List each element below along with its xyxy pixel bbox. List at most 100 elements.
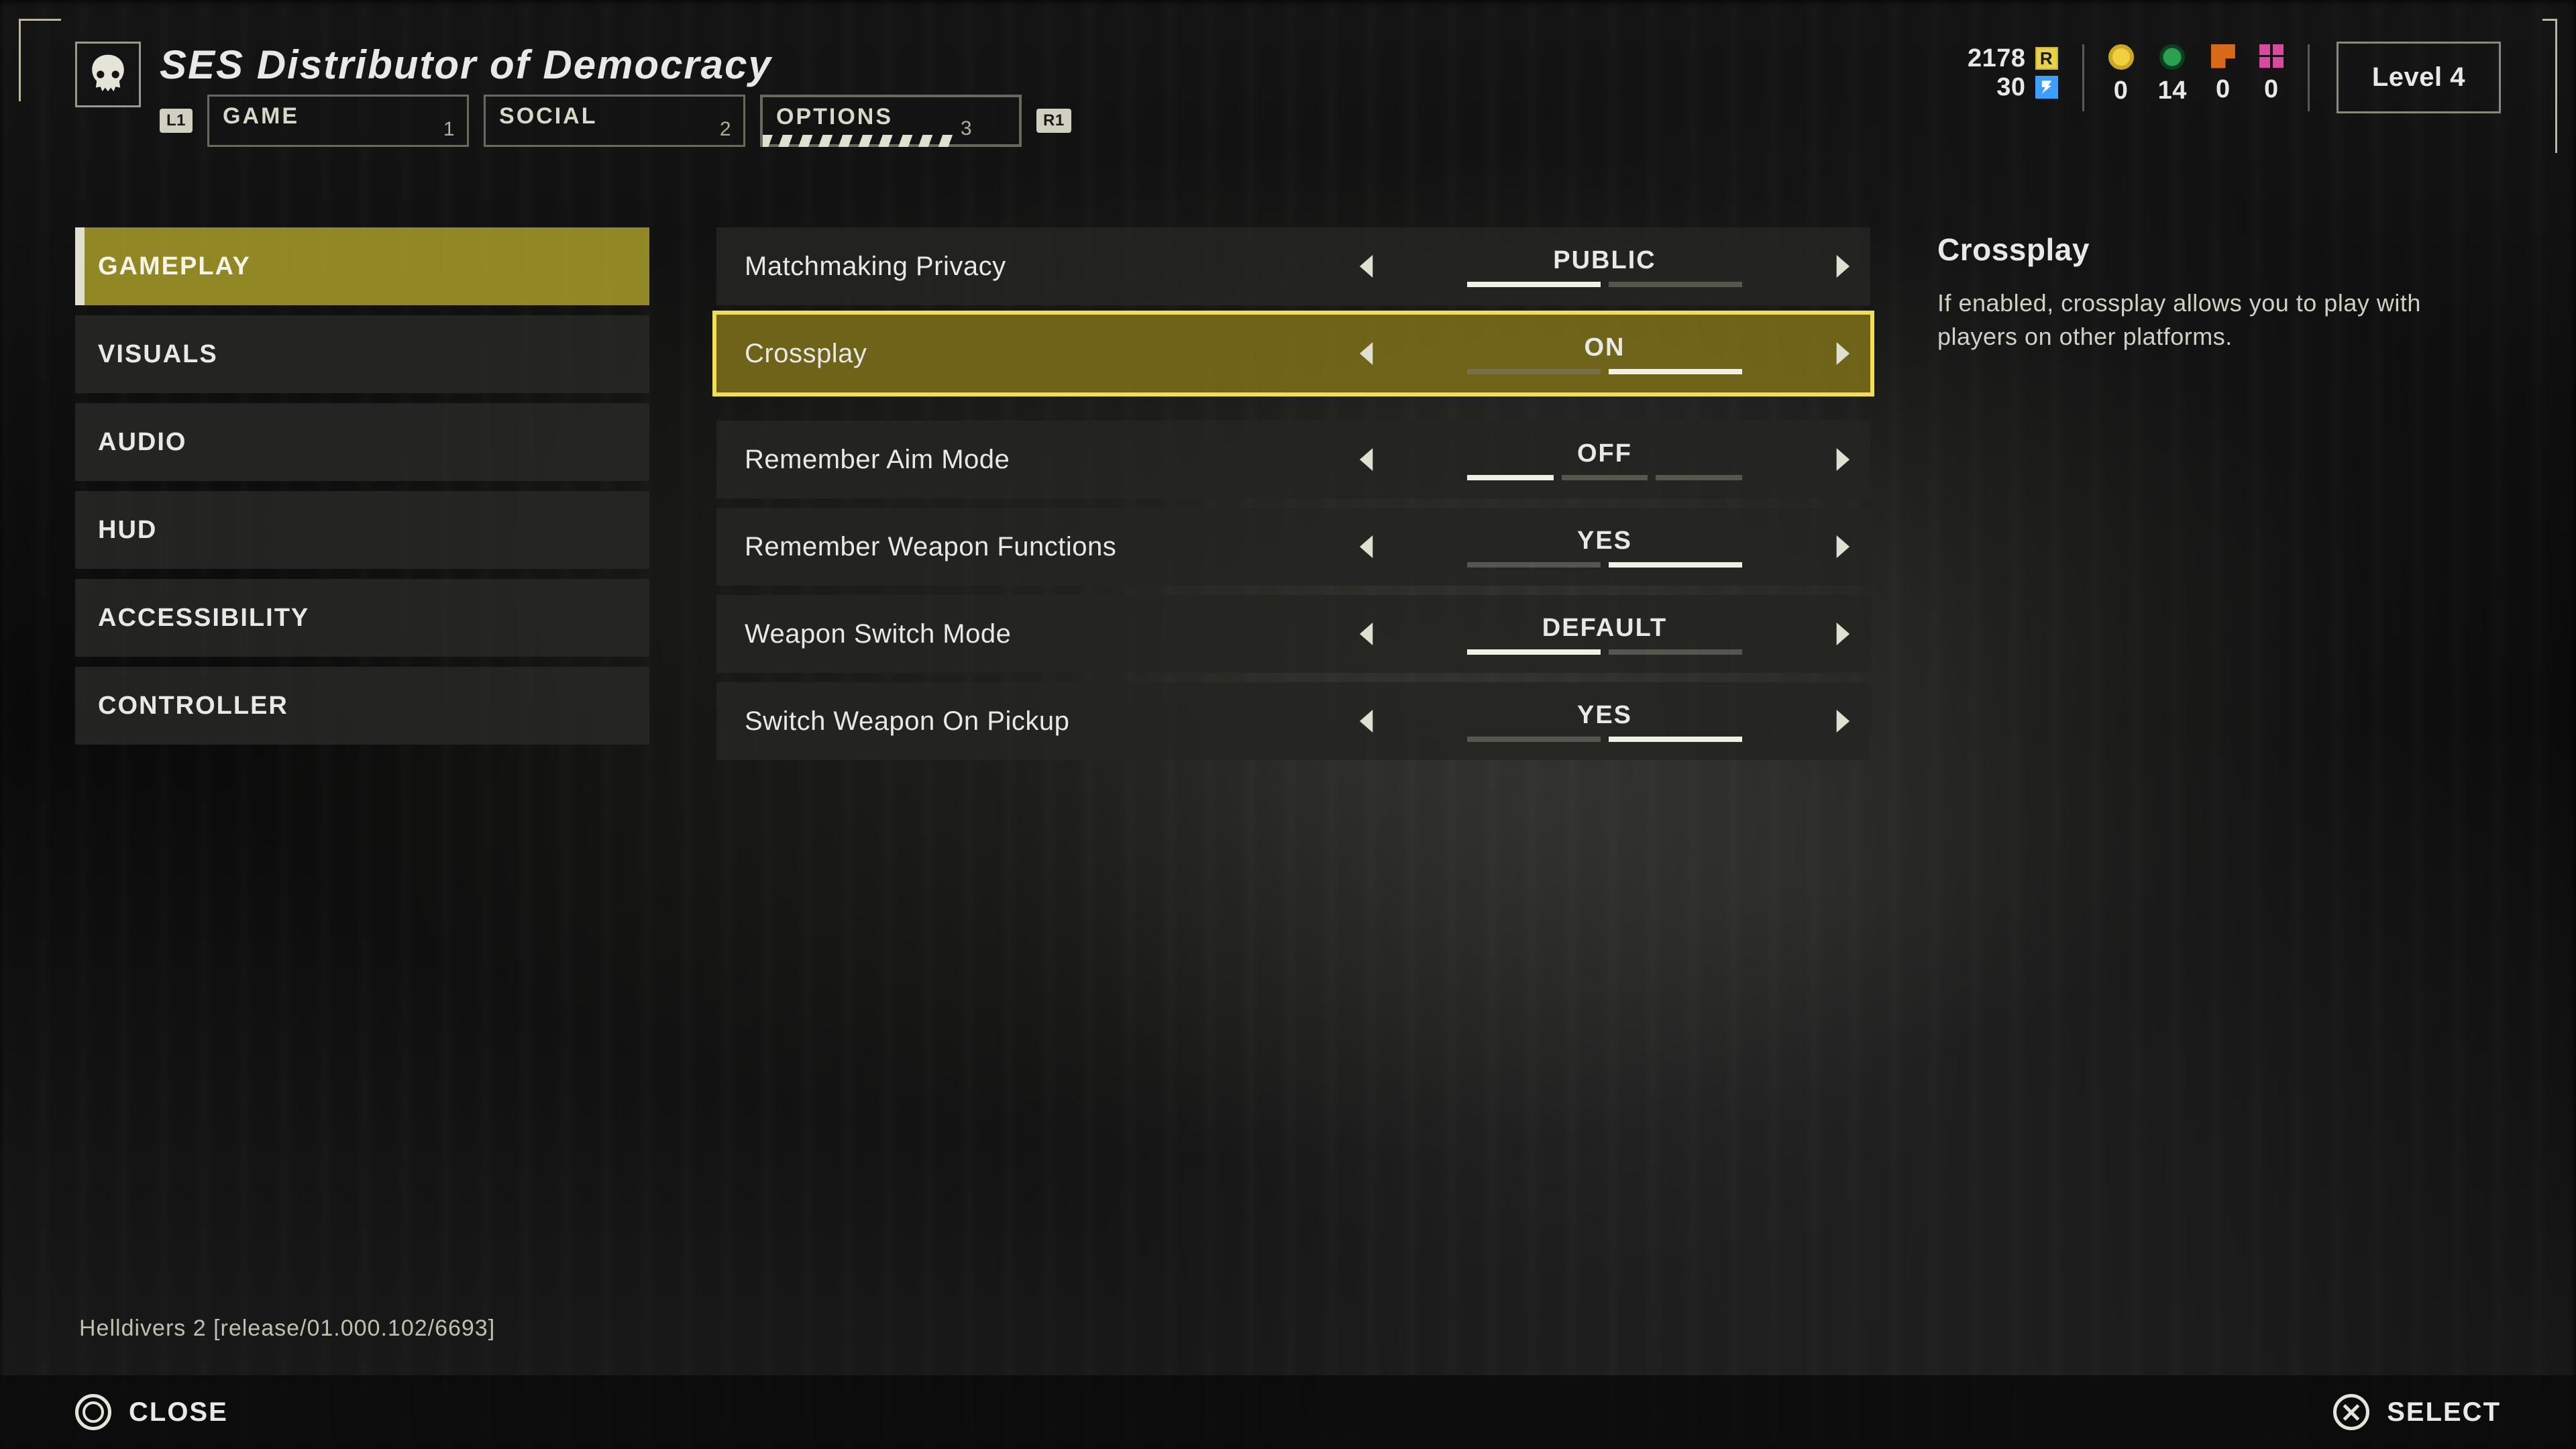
build-version: Helldivers 2 [release/01.000.102/6693]	[79, 1316, 495, 1342]
select-button[interactable]: SELECT	[2333, 1394, 2501, 1430]
segment	[1467, 282, 1601, 287]
setting-row-remember-weapon-functions[interactable]: Remember Weapon Functions YES	[716, 508, 1870, 586]
setting-label: Weapon Switch Mode	[745, 619, 1359, 649]
bumper-l1[interactable]: L1	[160, 109, 193, 133]
setting-value: YES	[1577, 527, 1632, 555]
sidebar-item-audio[interactable]: AUDIO	[75, 403, 649, 481]
setting-value: DEFAULT	[1542, 614, 1667, 643]
requisition-value: 2178	[1968, 44, 2026, 73]
tab-options[interactable]: OPTIONS3	[760, 95, 1022, 147]
sidebar-item-label: GAMEPLAY	[98, 252, 251, 281]
stat-sample-orange: 0	[2211, 44, 2235, 105]
setting-row-weapon-switch-mode[interactable]: Weapon Switch Mode DEFAULT	[716, 595, 1870, 673]
segment-bar	[1467, 475, 1742, 480]
ps-circle-icon	[75, 1394, 111, 1430]
setting-value: OFF	[1577, 439, 1632, 468]
level-badge: Level 4	[2337, 42, 2501, 113]
arrow-right-icon[interactable]	[1833, 710, 1850, 733]
stat-value: 0	[2114, 76, 2129, 105]
header: SES Distributor of Democracy L1 GAME1SOC…	[75, 42, 2501, 147]
segment	[1609, 737, 1742, 742]
segment	[1609, 282, 1742, 287]
tab-game[interactable]: GAME1	[207, 95, 469, 147]
sidebar-item-gameplay[interactable]: GAMEPLAY	[75, 227, 649, 305]
setting-row-crossplay[interactable]: Crossplay ON	[716, 315, 1870, 392]
segment	[1656, 475, 1742, 480]
setting-row-switch-weapon-on-pickup[interactable]: Switch Weapon On Pickup YES	[716, 682, 1870, 760]
tab-number: 3	[961, 117, 972, 140]
setting-value: PUBLIC	[1553, 246, 1656, 275]
arrow-right-icon[interactable]	[1833, 255, 1850, 278]
setting-label: Matchmaking Privacy	[745, 252, 1359, 282]
segment	[1609, 649, 1742, 655]
tab-label: GAME	[223, 103, 453, 129]
arrow-right-icon[interactable]	[1833, 342, 1850, 365]
supercredits-icon	[2035, 76, 2058, 99]
sidebar-item-accessibility[interactable]: ACCESSIBILITY	[75, 579, 649, 657]
ps-cross-icon	[2333, 1394, 2369, 1430]
tab-active-indicator	[763, 135, 957, 147]
sidebar-item-label: ACCESSIBILITY	[98, 604, 309, 633]
sidebar-item-label: CONTROLLER	[98, 692, 288, 720]
arrow-left-icon[interactable]	[1359, 448, 1377, 471]
sidebar-item-label: AUDIO	[98, 428, 186, 457]
tab-number: 2	[720, 118, 731, 141]
stat-medal: 14	[2158, 44, 2187, 105]
info-title: Crossplay	[1937, 231, 2501, 268]
footer-bar: CLOSE SELECT	[0, 1375, 2576, 1449]
tab-social[interactable]: SOCIAL2	[484, 95, 745, 147]
arrow-left-icon[interactable]	[1359, 342, 1377, 365]
requisition-icon: R	[2035, 47, 2058, 70]
close-label: CLOSE	[129, 1397, 228, 1428]
tab-number: 1	[443, 118, 455, 141]
sample-pink-icon	[2259, 44, 2284, 68]
tab-label: SOCIAL	[499, 103, 730, 129]
segment	[1562, 475, 1648, 480]
segment-bar	[1467, 737, 1742, 742]
arrow-right-icon[interactable]	[1833, 448, 1850, 471]
warbond-icon	[2108, 44, 2134, 70]
segment	[1609, 369, 1742, 374]
setting-label: Remember Weapon Functions	[745, 532, 1359, 562]
setting-row-remember-aim-mode[interactable]: Remember Aim Mode OFF	[716, 421, 1870, 498]
divider	[2308, 44, 2310, 111]
select-label: SELECT	[2387, 1397, 2501, 1428]
sidebar-item-hud[interactable]: HUD	[75, 491, 649, 569]
sidebar-item-controller[interactable]: CONTROLLER	[75, 667, 649, 745]
stat-value: 0	[2264, 75, 2279, 104]
segment	[1467, 737, 1601, 742]
arrow-left-icon[interactable]	[1359, 623, 1377, 645]
hud-currencies: 2178R 30 01400 Level 4	[1968, 42, 2501, 113]
bumper-r1[interactable]: R1	[1036, 109, 1071, 133]
info-panel: Crossplay If enabled, crossplay allows y…	[1937, 227, 2501, 760]
segment-bar	[1467, 369, 1742, 374]
arrow-left-icon[interactable]	[1359, 255, 1377, 278]
stat-warbond: 0	[2108, 44, 2134, 105]
setting-label: Remember Aim Mode	[745, 445, 1359, 475]
settings-list: Matchmaking Privacy PUBLIC Crossplay ON …	[716, 227, 1870, 760]
divider	[2082, 44, 2084, 111]
segment-bar	[1467, 562, 1742, 568]
setting-value: ON	[1585, 333, 1625, 362]
sample-orange-icon	[2211, 44, 2235, 68]
medal-icon	[2159, 44, 2185, 70]
arrow-left-icon[interactable]	[1359, 535, 1377, 558]
sidebar-item-visuals[interactable]: VISUALS	[75, 315, 649, 393]
segment	[1467, 649, 1601, 655]
stat-sample-pink: 0	[2259, 44, 2284, 105]
setting-value: YES	[1577, 701, 1632, 730]
setting-label: Switch Weapon On Pickup	[745, 706, 1359, 737]
segment	[1467, 562, 1601, 568]
stat-value: 14	[2158, 76, 2187, 105]
setting-row-matchmaking-privacy[interactable]: Matchmaking Privacy PUBLIC	[716, 227, 1870, 305]
segment	[1609, 562, 1742, 568]
supercredits-value: 30	[1996, 73, 2025, 102]
arrow-right-icon[interactable]	[1833, 535, 1850, 558]
segment-bar	[1467, 282, 1742, 287]
arrow-left-icon[interactable]	[1359, 710, 1377, 733]
options-sidebar: GAMEPLAY VISUALS AUDIO HUD ACCESSIBILITY CONT…	[75, 227, 649, 760]
close-button[interactable]: CLOSE	[75, 1394, 228, 1430]
segment	[1467, 369, 1601, 374]
arrow-right-icon[interactable]	[1833, 623, 1850, 645]
sidebar-item-label: VISUALS	[98, 340, 218, 369]
